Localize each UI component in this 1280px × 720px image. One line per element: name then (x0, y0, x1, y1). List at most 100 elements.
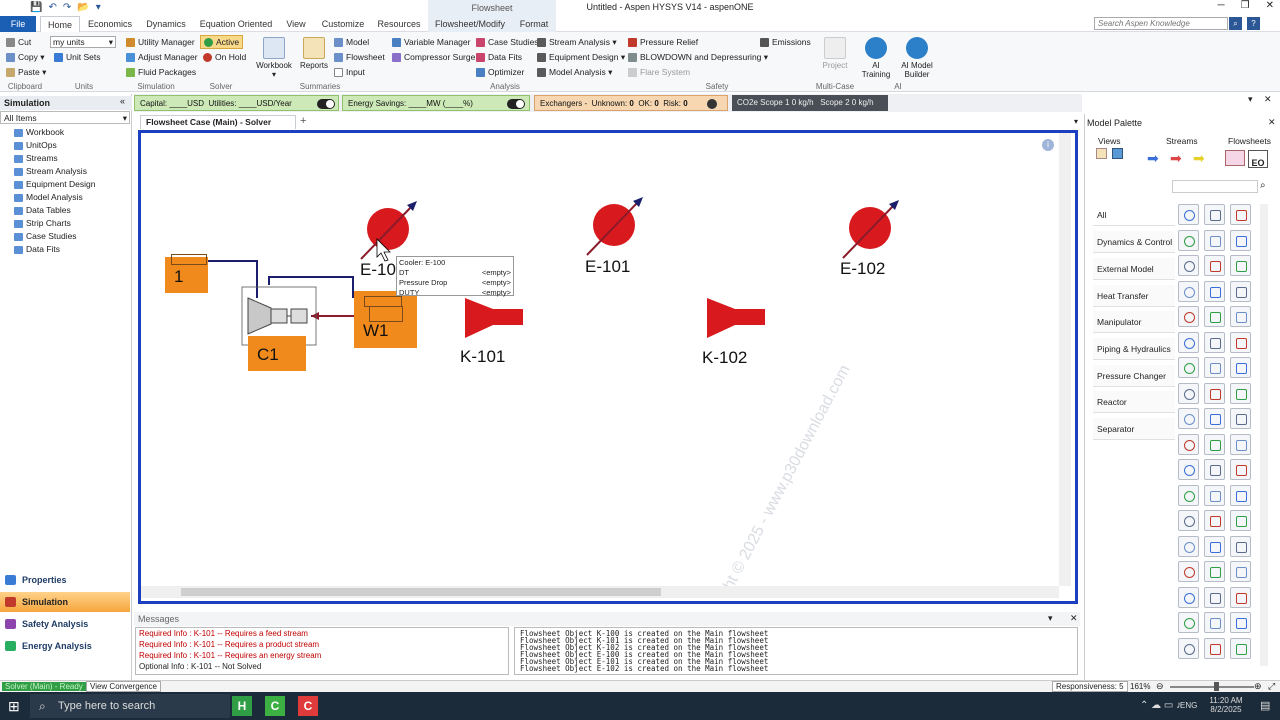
energy-kpi[interactable]: Energy Savings: ____MW (____%) (342, 95, 530, 111)
blowdown-button[interactable]: BLOWDOWN and Depressuring ▾ (628, 52, 768, 63)
unit-op-palette-icon[interactable] (1204, 535, 1225, 557)
unit-op-palette-icon[interactable] (1204, 331, 1225, 353)
unit-op-palette-icon[interactable] (1230, 535, 1251, 557)
unit-op-palette-icon[interactable] (1204, 586, 1225, 608)
variable-manager-button[interactable]: Variable Manager (392, 37, 470, 48)
unit-op-palette-icon[interactable] (1204, 637, 1225, 659)
tab-equation-oriented[interactable]: Equation Oriented (196, 16, 276, 32)
clock[interactable]: 11:20 AM 8/2/2025 (1206, 696, 1246, 714)
palette-category-separator[interactable]: Separator (1093, 418, 1175, 440)
emissions-button[interactable]: Emissions (760, 37, 811, 48)
search-icon[interactable]: ⌕ (1260, 180, 1266, 191)
unit-op-palette-icon[interactable] (1204, 382, 1225, 404)
workbook-button[interactable]: Workbook ▾ (254, 37, 294, 79)
reports-button[interactable]: Reports (298, 37, 330, 70)
close-icon[interactable]: ✕ (1070, 613, 1078, 624)
search-icon[interactable]: ⌕ (1229, 17, 1242, 30)
tab-customize[interactable]: Customize (316, 16, 370, 32)
search-knowledge-input[interactable] (1094, 17, 1228, 30)
tab-resources[interactable]: Resources (374, 16, 424, 32)
unit-set-select[interactable]: my units ▾ (50, 36, 116, 48)
tree-item-unitops[interactable]: UnitOps (14, 140, 57, 150)
canvas-vertical-scrollbar[interactable] (1059, 133, 1071, 586)
help-icon[interactable]: ? (1247, 17, 1260, 30)
unit-op-palette-icon[interactable] (1204, 204, 1225, 225)
palette-category-piping[interactable]: Piping & Hydraulics (1093, 338, 1175, 360)
hysys-app-icon[interactable]: H (232, 696, 252, 716)
optimizer-button[interactable]: Optimizer (476, 67, 524, 78)
tab-home[interactable]: Home (40, 16, 80, 32)
project-button[interactable]: Project (818, 37, 852, 70)
minimize-icon[interactable]: ─ (1218, 0, 1225, 11)
unit-op-palette-icon[interactable] (1178, 484, 1199, 506)
equipment-design-button[interactable]: Equipment Design ▾ (537, 52, 625, 63)
unit-op-palette-icon[interactable] (1230, 459, 1251, 480)
unit-op-palette-icon[interactable] (1178, 459, 1199, 480)
sub-flowsheet-icon[interactable] (1225, 150, 1245, 166)
unit-op-palette-icon[interactable] (1204, 612, 1225, 633)
ai-training-button[interactable]: AI Training (860, 37, 892, 79)
window-controls[interactable]: ─ ❐ ✕ (1202, 0, 1274, 11)
tree-item-stream-analysis[interactable]: Stream Analysis (14, 166, 87, 176)
compressor-surge-button[interactable]: Compressor Surge (392, 52, 475, 63)
unit-op-palette-icon[interactable] (1230, 484, 1251, 506)
notifications-icon[interactable]: ▤ (1260, 699, 1270, 712)
tree-item-model-analysis[interactable]: Model Analysis (14, 192, 83, 202)
utility-stream-icon[interactable]: ➡ (1193, 151, 1213, 165)
unit-op-palette-icon[interactable] (1230, 586, 1251, 608)
open-icon[interactable]: 📂 (77, 2, 89, 13)
unit-op-palette-icon[interactable] (1230, 612, 1251, 633)
info-icon[interactable]: i (1042, 139, 1054, 151)
canvas-horizontal-scrollbar[interactable] (141, 586, 1059, 598)
view-convergence-button[interactable]: View Convergence (86, 681, 162, 692)
exchangers-kpi[interactable]: Exchangers - Unknown: 0 OK: 0 Risk: 0 (534, 95, 728, 111)
unit-op-palette-icon[interactable] (1204, 510, 1225, 531)
document-tab[interactable]: Flowsheet Case (Main) - Solver Active × (140, 115, 296, 140)
tree-item-workbook[interactable]: Workbook (14, 127, 64, 137)
new-tab-icon[interactable]: + (300, 115, 306, 127)
energy-toggle[interactable] (507, 99, 525, 109)
close-icon[interactable]: ✕ (1268, 117, 1276, 128)
tab-list-icon[interactable]: ▾ (1074, 117, 1078, 126)
tree-item-equipment-design[interactable]: Equipment Design (14, 179, 95, 189)
unit-op-palette-icon[interactable] (1178, 408, 1199, 429)
unit-op-palette-icon[interactable] (1204, 357, 1225, 378)
adjust-manager-button[interactable]: Adjust Manager (126, 52, 198, 63)
unit-op-palette-icon[interactable] (1230, 331, 1251, 353)
model-summary-button[interactable]: Model (334, 37, 369, 48)
unit-op-palette-icon[interactable] (1204, 484, 1225, 506)
nav-energy-analysis[interactable]: Energy Analysis (0, 636, 130, 656)
quick-access-toolbar[interactable]: 💾 ↶ ↷ 📂 ▾ (30, 2, 107, 13)
customize-qat-icon[interactable]: ▾ (96, 2, 101, 13)
solver-on-hold-button[interactable]: On Hold (203, 52, 246, 63)
zoom-in-icon[interactable]: ⊕ (1254, 681, 1262, 692)
tree-item-data-tables[interactable]: Data Tables (14, 205, 71, 215)
model-analysis-button[interactable]: Model Analysis ▾ (537, 67, 612, 78)
unit-sets-button[interactable]: Unit Sets (54, 52, 101, 63)
tree-item-case-studies[interactable]: Case Studies (14, 231, 77, 241)
unit-op-palette-icon[interactable] (1178, 306, 1199, 327)
unit-op-palette-icon[interactable] (1230, 561, 1251, 582)
unit-op-palette-icon[interactable] (1230, 637, 1251, 659)
ai-model-builder-button[interactable]: AI Model Builder (898, 37, 936, 79)
palette-scrollbar[interactable] (1260, 204, 1268, 666)
unit-op-palette-icon[interactable] (1178, 433, 1199, 455)
tab-flowsheet-modify[interactable]: Flowsheet/Modify (428, 16, 512, 32)
energy-stream-icon[interactable]: ➡ (1170, 151, 1190, 165)
economics-kpi[interactable]: Capital: ____USD Utilities: ____USD/Year (134, 95, 339, 111)
unit-op-palette-icon[interactable] (1230, 382, 1251, 404)
palette-category-all[interactable]: All (1093, 204, 1175, 226)
unit-op-palette-icon[interactable] (1178, 357, 1199, 378)
unit-op-palette-icon[interactable] (1178, 204, 1199, 225)
unit-op-palette-icon[interactable] (1230, 255, 1251, 276)
tab-file[interactable]: File (0, 16, 36, 32)
unit-op-palette-icon[interactable] (1178, 382, 1199, 404)
system-tray-icons[interactable]: ⌃ ☁ ▭ ♪ (1140, 700, 1181, 711)
flowsheet-canvas[interactable]: Copyright © 2025 - www.p30download.com 1… (141, 133, 1059, 586)
economics-toggle[interactable] (317, 99, 335, 109)
palette-category-dynamics[interactable]: Dynamics & Control (1093, 231, 1175, 253)
unit-op-palette-icon[interactable] (1230, 306, 1251, 327)
undo-icon[interactable]: ↶ (48, 2, 56, 13)
scroll-thumb[interactable] (181, 588, 661, 596)
zoom-slider[interactable] (1170, 686, 1254, 688)
